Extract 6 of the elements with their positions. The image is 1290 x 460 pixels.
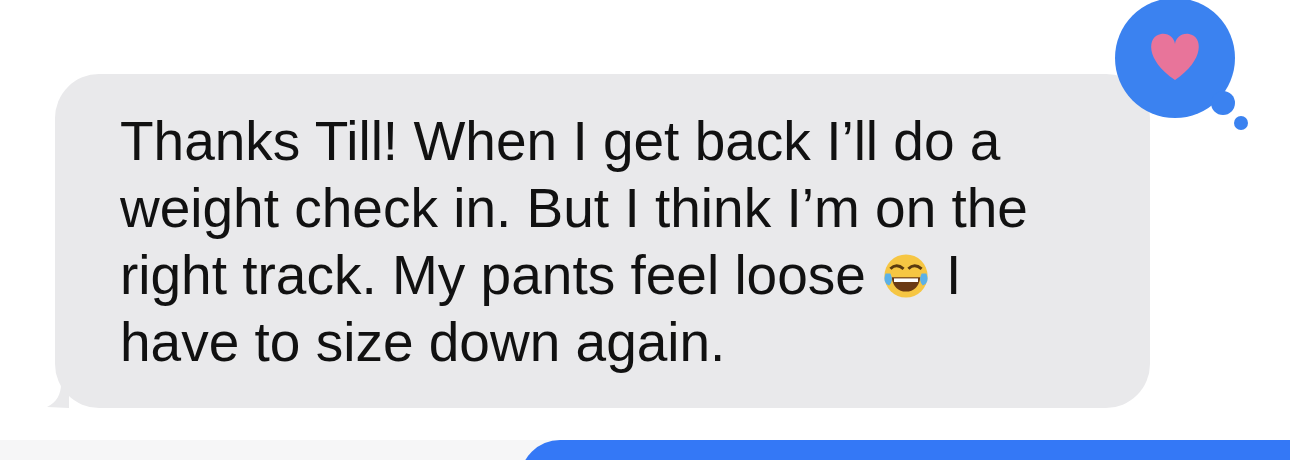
message-text: have to size down again. <box>120 310 726 375</box>
message-text: weight check in. But I think I’m on the <box>120 176 1028 241</box>
laughing-emoji-icon <box>881 251 930 300</box>
message-text: Thanks Till! When I get back I’ll do a <box>120 109 1001 174</box>
message-text: I <box>945 243 962 308</box>
message-text: right track. My pants feel loose <box>120 243 866 308</box>
